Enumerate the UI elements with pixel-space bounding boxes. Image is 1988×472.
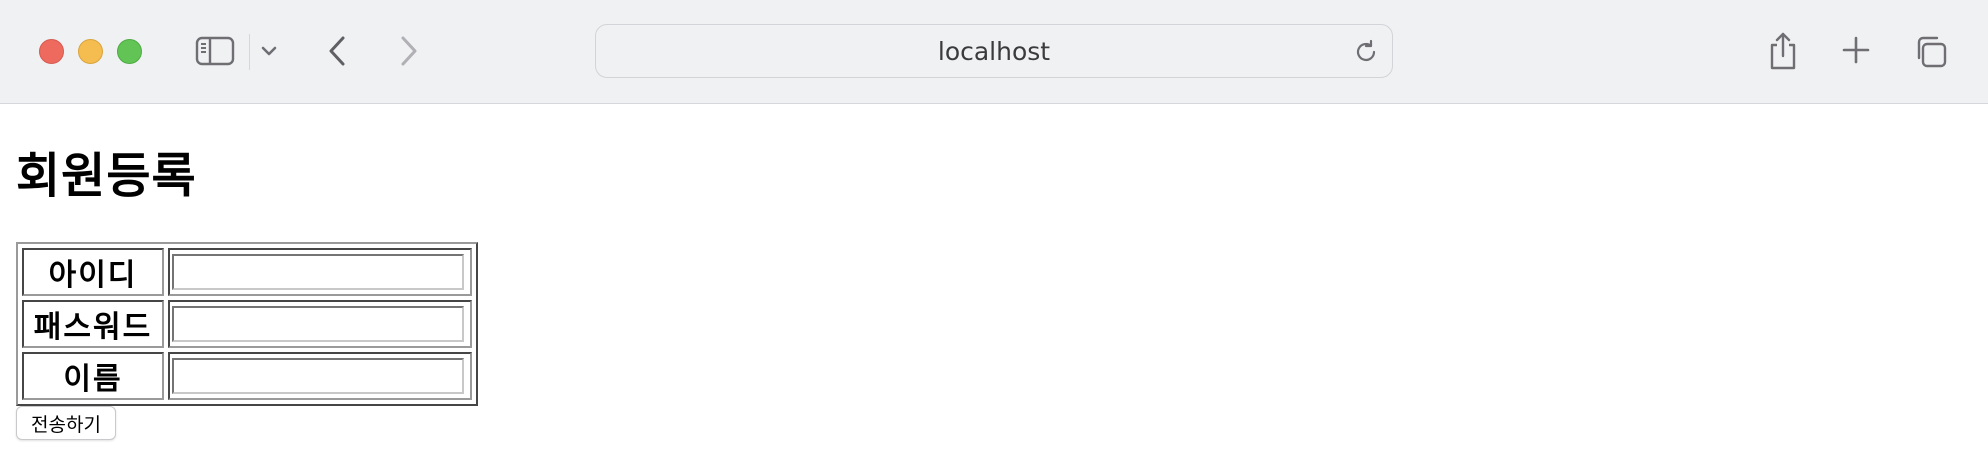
chevron-down-icon[interactable] [258, 40, 280, 62]
page-title: 회원등록 [16, 148, 197, 204]
window-close-button[interactable] [39, 39, 64, 64]
field-cell-password [168, 300, 472, 348]
submit-button[interactable]: 전송하기 [16, 406, 116, 440]
form-row-password: 패스워드 [22, 300, 472, 348]
share-icon[interactable] [1766, 30, 1800, 72]
plus-icon[interactable] [1839, 33, 1873, 67]
tabs-icon[interactable] [1912, 33, 1950, 71]
sidebar-icon[interactable] [193, 34, 237, 68]
id-input[interactable] [172, 254, 464, 290]
toolbar-divider [249, 34, 250, 70]
name-input[interactable] [172, 358, 464, 394]
reload-icon[interactable] [1352, 38, 1380, 66]
window-maximize-button[interactable] [117, 39, 142, 64]
address-bar[interactable]: localhost [595, 24, 1393, 78]
browser-toolbar: localhost [0, 0, 1988, 104]
field-label-id: 아이디 [22, 248, 164, 296]
field-label-name: 이름 [22, 352, 164, 400]
form-row-id: 아이디 [22, 248, 472, 296]
url-text: localhost [937, 36, 1051, 66]
chevron-left-icon[interactable] [322, 33, 352, 69]
window-controls [39, 39, 142, 64]
field-cell-name [168, 352, 472, 400]
chevron-right-icon[interactable] [394, 33, 424, 69]
field-label-password: 패스워드 [22, 300, 164, 348]
window-minimize-button[interactable] [78, 39, 103, 64]
field-cell-id [168, 248, 472, 296]
form-row-name: 이름 [22, 352, 472, 400]
registration-form-table: 아이디 패스워드 이름 [16, 242, 478, 406]
password-input[interactable] [172, 306, 464, 342]
